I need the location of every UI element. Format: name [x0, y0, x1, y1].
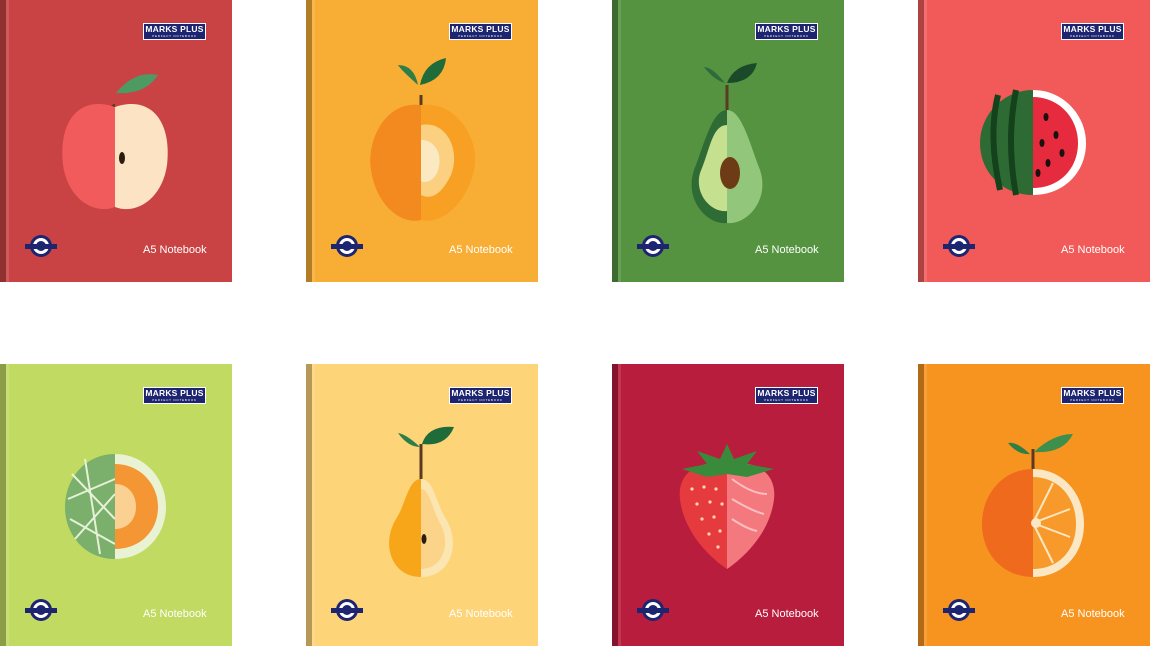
premium-quality-badge — [25, 235, 57, 257]
premium-quality-badge — [637, 235, 669, 257]
premium-quality-badge — [331, 599, 363, 621]
notebook-label: A5 Notebook — [1061, 608, 1125, 620]
notebook-label: A5 Notebook — [755, 608, 819, 620]
notebook-label: A5 Notebook — [143, 244, 207, 256]
notebook-melon: MARKS PLUS PERFECT NOTEBOOK A5 Notebook — [0, 364, 232, 646]
brand-name: MARKS PLUS — [451, 24, 510, 34]
brand-tagline: PERFECT NOTEBOOK — [764, 398, 809, 402]
premium-quality-badge — [331, 235, 363, 257]
brand-logo: MARKS PLUS PERFECT NOTEBOOK — [449, 23, 512, 40]
brand-logo: MARKS PLUS PERFECT NOTEBOOK — [143, 23, 206, 40]
brand-name: MARKS PLUS — [451, 388, 510, 398]
notebook-avocado: MARKS PLUS PERFECT NOTEBOOK A5 Notebook — [612, 0, 844, 282]
brand-tagline: PERFECT NOTEBOOK — [458, 398, 503, 402]
mango-illustration — [370, 58, 476, 221]
brand-tagline: PERFECT NOTEBOOK — [152, 34, 197, 38]
strawberry-illustration — [679, 444, 775, 569]
melon-illustration — [65, 454, 166, 559]
brand-name: MARKS PLUS — [145, 24, 204, 34]
pear-illustration — [389, 426, 454, 577]
brand-logo: MARKS PLUS PERFECT NOTEBOOK — [449, 387, 512, 404]
notebook-label: A5 Notebook — [449, 608, 513, 620]
brand-name: MARKS PLUS — [1063, 388, 1122, 398]
brand-name: MARKS PLUS — [757, 24, 816, 34]
brand-logo: MARKS PLUS PERFECT NOTEBOOK — [755, 23, 818, 40]
premium-quality-badge — [637, 599, 669, 621]
orange-illustration — [982, 434, 1084, 577]
brand-tagline: PERFECT NOTEBOOK — [152, 398, 197, 402]
brand-tagline: PERFECT NOTEBOOK — [458, 34, 503, 38]
notebook-label: A5 Notebook — [1061, 244, 1125, 256]
brand-name: MARKS PLUS — [145, 388, 204, 398]
brand-logo: MARKS PLUS PERFECT NOTEBOOK — [1061, 387, 1124, 404]
brand-tagline: PERFECT NOTEBOOK — [1070, 34, 1115, 38]
brand-tagline: PERFECT NOTEBOOK — [764, 34, 809, 38]
notebook-orange: MARKS PLUS PERFECT NOTEBOOK A5 Notebook — [918, 364, 1150, 646]
premium-quality-badge — [25, 599, 57, 621]
brand-name: MARKS PLUS — [757, 388, 816, 398]
notebook-strawberry: MARKS PLUS PERFECT NOTEBOOK A5 Notebook — [612, 364, 844, 646]
brand-logo: MARKS PLUS PERFECT NOTEBOOK — [755, 387, 818, 404]
watermelon-illustration — [980, 89, 1086, 196]
brand-logo: MARKS PLUS PERFECT NOTEBOOK — [1061, 23, 1124, 40]
notebook-mango: MARKS PLUS PERFECT NOTEBOOK A5 Notebook — [306, 0, 538, 282]
notebook-label: A5 Notebook — [449, 244, 513, 256]
avocado-illustration — [691, 63, 763, 224]
brand-logo: MARKS PLUS PERFECT NOTEBOOK — [143, 387, 206, 404]
brand-name: MARKS PLUS — [1063, 24, 1122, 34]
notebook-label: A5 Notebook — [143, 608, 207, 620]
notebook-apple: MARKS PLUS PERFECT NOTEBOOK A5 Notebook — [0, 0, 232, 282]
brand-tagline: PERFECT NOTEBOOK — [1070, 398, 1115, 402]
premium-quality-badge — [943, 599, 975, 621]
notebook-label: A5 Notebook — [755, 244, 819, 256]
notebook-watermelon: MARKS PLUS PERFECT NOTEBOOK A5 Notebook — [918, 0, 1150, 282]
apple-illustration — [62, 74, 168, 210]
notebook-pear: MARKS PLUS PERFECT NOTEBOOK A5 Notebook — [306, 364, 538, 646]
premium-quality-badge — [943, 235, 975, 257]
